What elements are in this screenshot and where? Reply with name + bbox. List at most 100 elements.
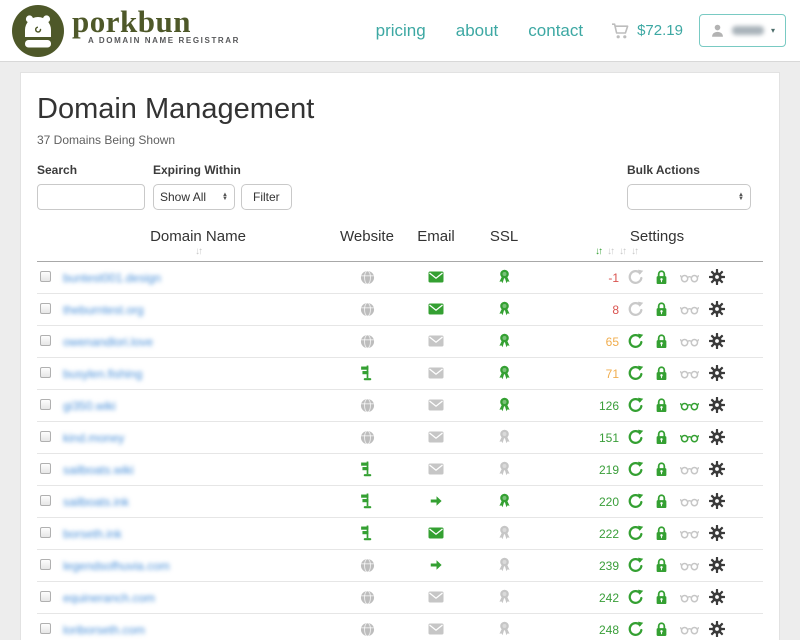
settings-gear-icon[interactable] — [709, 461, 725, 477]
whois-privacy-glasses-icon[interactable] — [680, 303, 699, 316]
website-active-icon[interactable] — [360, 493, 375, 509]
ssl-certificate-icon[interactable] — [497, 589, 512, 605]
website-parked-globe-icon[interactable] — [360, 398, 375, 413]
ssl-certificate-icon[interactable] — [497, 365, 512, 381]
website-parked-globe-icon[interactable] — [360, 430, 375, 445]
lock-icon[interactable] — [654, 269, 669, 285]
whois-privacy-glasses-icon[interactable] — [680, 623, 699, 636]
website-parked-globe-icon[interactable] — [360, 302, 375, 317]
row-checkbox[interactable] — [40, 495, 51, 506]
row-checkbox[interactable] — [40, 399, 51, 410]
lock-icon[interactable] — [654, 301, 669, 317]
website-parked-globe-icon[interactable] — [360, 590, 375, 605]
auto-renew-icon[interactable] — [627, 301, 644, 318]
auto-renew-icon[interactable] — [627, 365, 644, 382]
email-icon[interactable] — [428, 623, 444, 635]
lock-icon[interactable] — [654, 461, 669, 477]
lock-icon[interactable] — [654, 397, 669, 413]
whois-privacy-glasses-icon[interactable] — [680, 367, 699, 380]
auto-renew-icon[interactable] — [627, 461, 644, 478]
row-checkbox[interactable] — [40, 271, 51, 282]
settings-gear-icon[interactable] — [709, 301, 725, 317]
whois-privacy-glasses-icon[interactable] — [680, 399, 699, 412]
settings-gear-icon[interactable] — [709, 525, 725, 541]
website-parked-globe-icon[interactable] — [360, 622, 375, 637]
auto-renew-icon[interactable] — [627, 429, 644, 446]
domain-link[interactable]: theburntest.org — [63, 303, 144, 317]
domain-link[interactable]: borseth.ink — [63, 527, 122, 541]
row-checkbox[interactable] — [40, 463, 51, 474]
row-checkbox[interactable] — [40, 559, 51, 570]
ssl-certificate-icon[interactable] — [497, 525, 512, 541]
settings-gear-icon[interactable] — [709, 589, 725, 605]
auto-renew-icon[interactable] — [627, 269, 644, 286]
settings-gear-icon[interactable] — [709, 429, 725, 445]
email-icon[interactable] — [428, 591, 444, 603]
lock-icon[interactable] — [654, 525, 669, 541]
bulk-actions-select[interactable]: ▲▼ — [627, 184, 751, 210]
account-menu-button[interactable]: ▾ — [699, 14, 786, 47]
row-checkbox[interactable] — [40, 623, 51, 634]
domain-link[interactable]: loriborseth.com — [63, 623, 145, 637]
porkbun-logo[interactable]: porkbun A DOMAIN NAME REGISTRAR — [12, 5, 240, 57]
domain-link[interactable]: equineranch.com — [63, 591, 155, 605]
row-checkbox[interactable] — [40, 591, 51, 602]
email-icon[interactable] — [428, 431, 444, 443]
email-icon[interactable] — [428, 527, 444, 539]
whois-privacy-glasses-icon[interactable] — [680, 335, 699, 348]
email-icon[interactable] — [428, 399, 444, 411]
auto-renew-icon[interactable] — [627, 557, 644, 574]
domain-link[interactable]: busylen.fishing — [63, 367, 142, 381]
settings-gear-icon[interactable] — [709, 333, 725, 349]
domain-link[interactable]: legendsofhuvia.com — [63, 559, 170, 573]
nav-contact[interactable]: contact — [528, 21, 583, 41]
lock-icon[interactable] — [654, 557, 669, 573]
cart-button[interactable]: $72.19 — [611, 22, 683, 40]
email-forward-icon[interactable] — [429, 558, 443, 572]
lock-icon[interactable] — [654, 493, 669, 509]
email-forward-icon[interactable] — [429, 494, 443, 508]
settings-gear-icon[interactable] — [709, 269, 725, 285]
ssl-certificate-icon[interactable] — [497, 269, 512, 285]
auto-renew-icon[interactable] — [627, 333, 644, 350]
ssl-certificate-icon[interactable] — [497, 397, 512, 413]
ssl-certificate-icon[interactable] — [497, 621, 512, 637]
sort-domain-name[interactable]: ↓↑ — [195, 245, 201, 259]
lock-icon[interactable] — [654, 365, 669, 381]
email-icon[interactable] — [428, 271, 444, 283]
whois-privacy-glasses-icon[interactable] — [680, 527, 699, 540]
website-active-icon[interactable] — [360, 365, 375, 381]
whois-privacy-glasses-icon[interactable] — [680, 591, 699, 604]
settings-gear-icon[interactable] — [709, 397, 725, 413]
lock-icon[interactable] — [654, 621, 669, 637]
auto-renew-icon[interactable] — [627, 589, 644, 606]
settings-gear-icon[interactable] — [709, 621, 725, 637]
email-icon[interactable] — [428, 335, 444, 347]
row-checkbox[interactable] — [40, 367, 51, 378]
domain-link[interactable]: gi350.wiki — [63, 399, 116, 413]
row-checkbox[interactable] — [40, 431, 51, 442]
sort-whois[interactable]: ↓↑ — [631, 245, 637, 259]
whois-privacy-glasses-icon[interactable] — [680, 495, 699, 508]
nav-about[interactable]: about — [456, 21, 499, 41]
row-checkbox[interactable] — [40, 527, 51, 538]
ssl-certificate-icon[interactable] — [497, 493, 512, 509]
domain-link[interactable]: buntest001.design — [63, 271, 161, 285]
ssl-certificate-icon[interactable] — [497, 557, 512, 573]
sort-autorenew[interactable]: ↓↑ — [607, 245, 613, 259]
auto-renew-icon[interactable] — [627, 525, 644, 542]
domain-link[interactable]: kind.money — [63, 431, 124, 445]
email-icon[interactable] — [428, 463, 444, 475]
lock-icon[interactable] — [654, 589, 669, 605]
domain-link[interactable]: sailboats.ink — [63, 495, 129, 509]
expiring-within-select[interactable]: Show All ▲▼ — [153, 184, 235, 210]
whois-privacy-glasses-icon[interactable] — [680, 463, 699, 476]
settings-gear-icon[interactable] — [709, 365, 725, 381]
ssl-certificate-icon[interactable] — [497, 461, 512, 477]
domain-link[interactable]: owenandlori.love — [63, 335, 153, 349]
auto-renew-icon[interactable] — [627, 621, 644, 638]
email-icon[interactable] — [428, 303, 444, 315]
row-checkbox[interactable] — [40, 303, 51, 314]
whois-privacy-glasses-icon[interactable] — [680, 431, 699, 444]
ssl-certificate-icon[interactable] — [497, 301, 512, 317]
